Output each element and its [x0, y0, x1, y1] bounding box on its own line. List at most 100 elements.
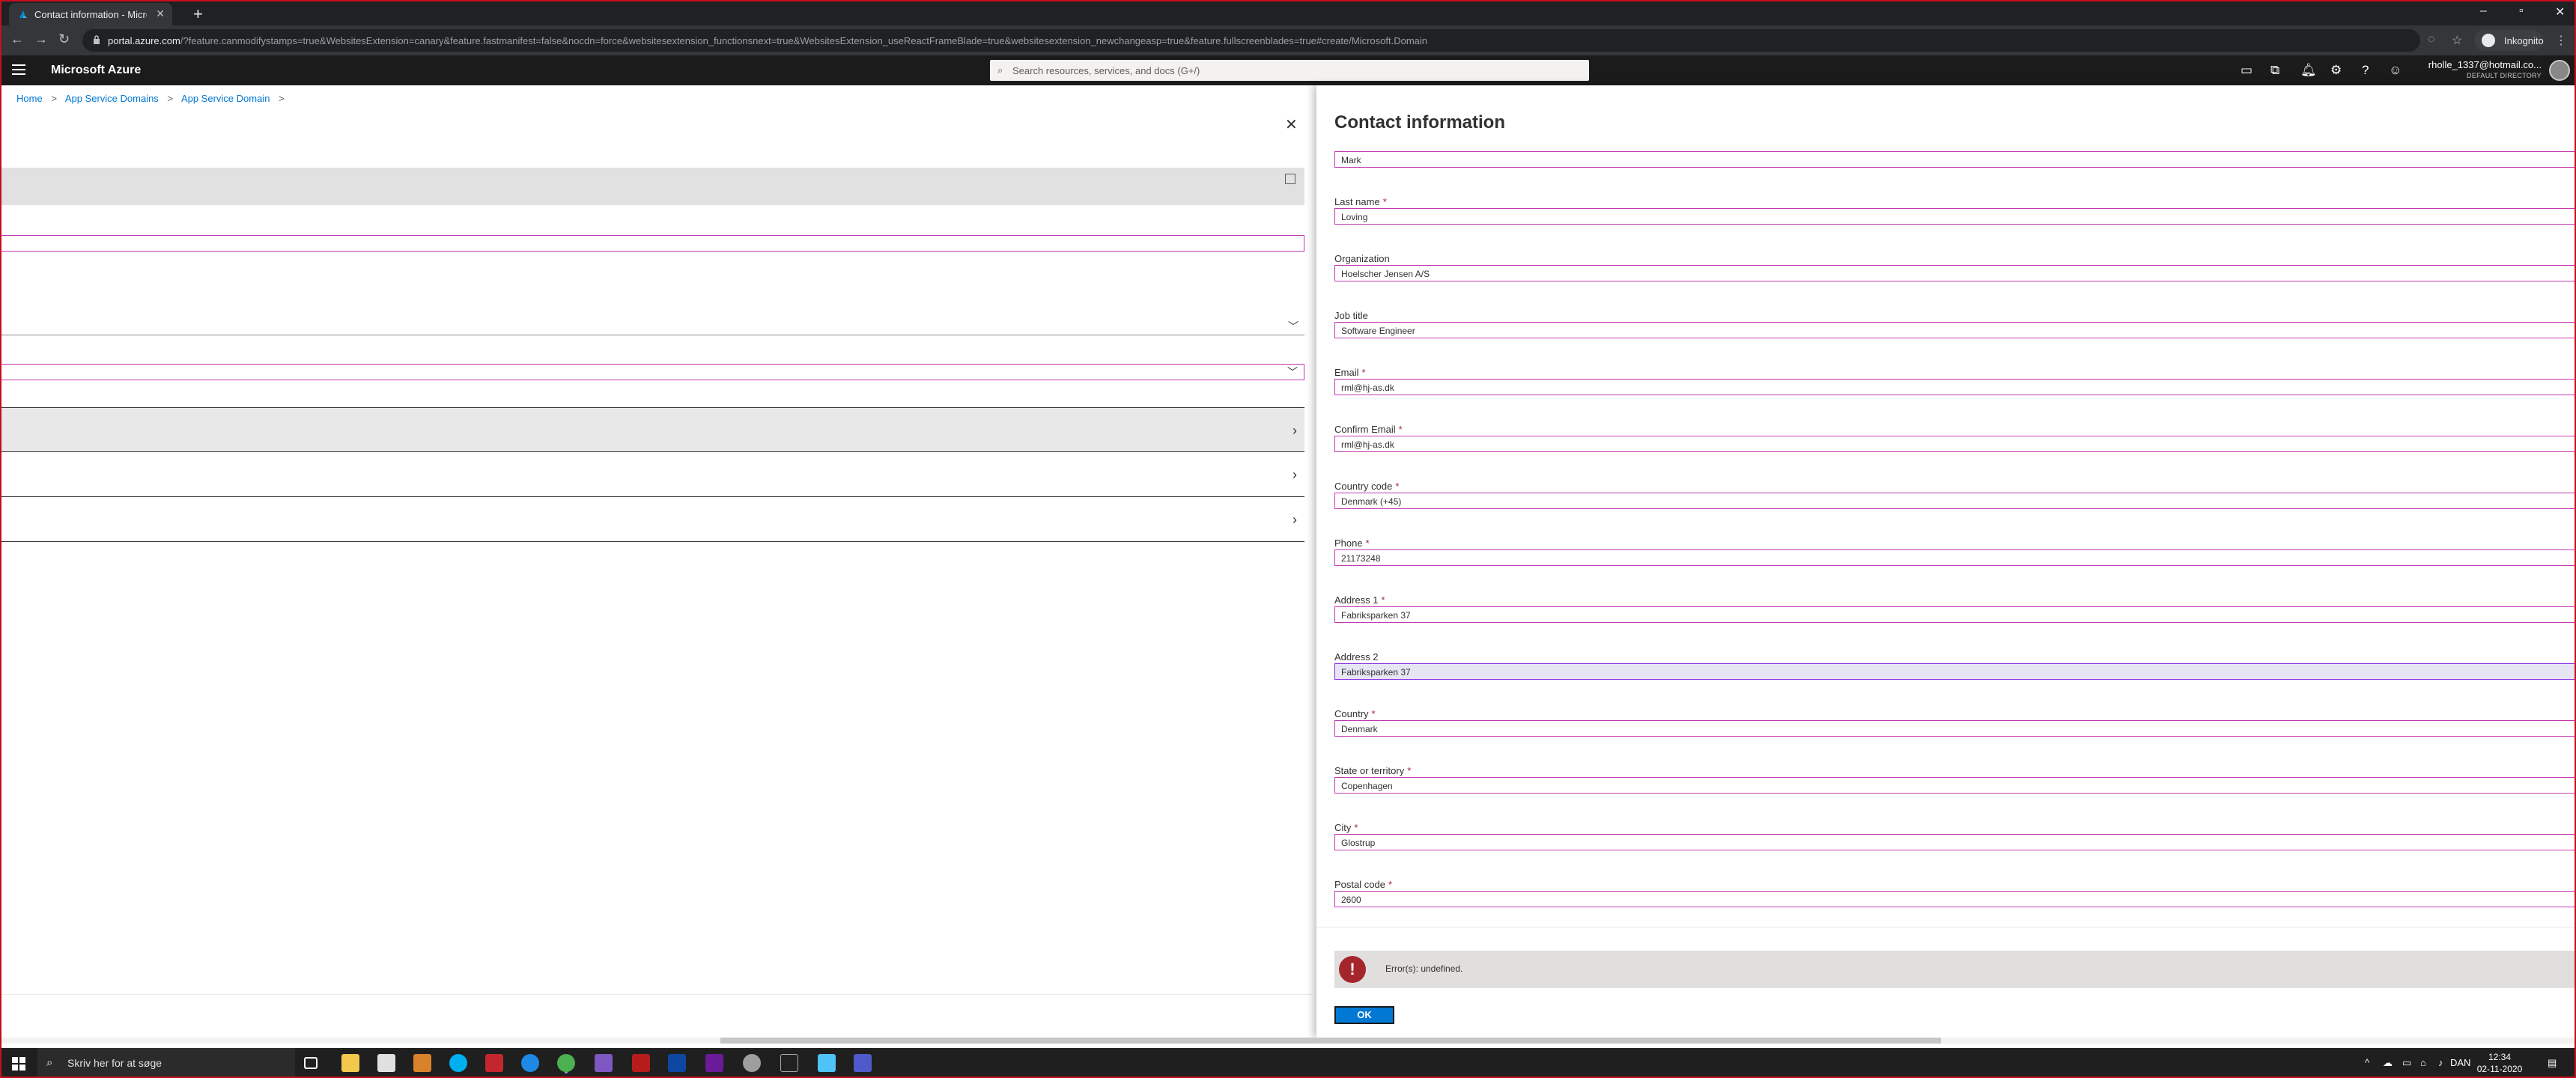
language-indicator[interactable]: DAN	[2450, 1057, 2470, 1068]
edge-legacy-icon[interactable]	[521, 1054, 539, 1072]
taskbar-search-input[interactable]: ⌕ Skriv her for at søge	[37, 1048, 295, 1077]
terminal-icon[interactable]	[780, 1054, 798, 1072]
clock-date: 02-11-2020	[2476, 1064, 2523, 1074]
window-close-icon[interactable]: ✕	[2555, 4, 2565, 19]
required-indicator: *	[1388, 879, 1392, 890]
incognito-badge[interactable]: Inkognito	[2474, 30, 2544, 51]
azure-brand[interactable]: Microsoft Azure	[51, 64, 141, 77]
required-indicator: *	[1361, 367, 1366, 378]
battery-icon[interactable]: ▭	[2402, 1057, 2411, 1069]
visual-studio-icon[interactable]	[595, 1054, 613, 1072]
tab-close-icon[interactable]: ✕	[156, 7, 165, 20]
task-view-icon[interactable]	[304, 1057, 318, 1069]
left-blade-row[interactable]: ›	[1, 452, 1304, 497]
breadcrumb-home[interactable]: Home	[16, 93, 43, 104]
left-blade-dropdown-2[interactable]: ﹀	[1, 364, 1304, 380]
input-value: Fabriksparken 37	[1341, 610, 1411, 621]
hamburger-menu-icon[interactable]	[12, 64, 25, 75]
text-input[interactable]: Denmark	[1334, 720, 2575, 737]
left-blade-input[interactable]	[1, 235, 1304, 252]
filezilla-icon[interactable]	[632, 1054, 650, 1072]
notifications-center-icon[interactable]: ▤	[2548, 1057, 2557, 1069]
left-blade-row-selected[interactable]: ›	[1, 407, 1304, 452]
eye-off-icon[interactable]: ◌	[2428, 33, 2435, 46]
teams-icon[interactable]	[854, 1054, 872, 1072]
required-indicator: *	[1395, 481, 1400, 492]
text-input[interactable]: 2600	[1334, 891, 2575, 907]
cloud-shell-icon[interactable]: ▭	[2241, 63, 2253, 78]
text-input[interactable]: Mark	[1334, 151, 2575, 168]
reload-icon[interactable]: ↻	[58, 31, 70, 47]
maximize-icon[interactable]: ▫	[2519, 4, 2524, 18]
windows-start-icon[interactable]	[12, 1057, 25, 1071]
search-placeholder: Search resources, services, and docs (G+…	[1012, 65, 1200, 76]
tray-chevron-up-icon[interactable]: ^	[2365, 1057, 2369, 1068]
address-bar[interactable]: portal.azure.com/?feature.canmodifystamp…	[82, 29, 2420, 52]
field-label-text: Confirm Email	[1334, 424, 1396, 435]
browser-menu-icon[interactable]: ⋮	[2555, 33, 2567, 48]
breadcrumb-app-service-domains[interactable]: App Service Domains	[65, 93, 159, 104]
app-icon[interactable]	[743, 1054, 761, 1072]
outlook-icon[interactable]	[413, 1054, 431, 1072]
field-label: Confirm Email *	[1334, 424, 1403, 435]
text-input[interactable]: Fabriksparken 37	[1334, 663, 2575, 680]
account-menu[interactable]: rholle_1337@hotmail.co... DEFAULT DIRECT…	[2428, 59, 2542, 79]
text-input[interactable]: Hoelscher Jensen A/S	[1334, 265, 2575, 281]
left-blade-close-icon[interactable]: ✕	[1285, 115, 1298, 134]
star-icon[interactable]: ☆	[2452, 33, 2462, 48]
store-icon[interactable]	[377, 1054, 395, 1072]
text-input[interactable]: Copenhagen	[1334, 777, 2575, 794]
field-label: Country *	[1334, 708, 1376, 719]
text-input[interactable]: Glostrup	[1334, 834, 2575, 850]
avatar[interactable]	[2549, 60, 2570, 81]
horizontal-scrollbar[interactable]	[1, 1038, 2575, 1044]
scrollbar-thumb[interactable]	[720, 1038, 1941, 1044]
notifications-icon[interactable]: 🔔︎	[2300, 63, 2317, 78]
clock[interactable]: 12:34 02-11-2020	[2473, 1051, 2527, 1075]
access-icon[interactable]	[485, 1054, 503, 1072]
input-value: Glostrup	[1341, 838, 1376, 848]
contact-information-blade: Contact information Mark Last name * Loving…	[1316, 85, 2575, 1038]
network-icon[interactable]: ⌂	[2420, 1057, 2426, 1068]
left-blade-dropdown-1[interactable]: ﹀	[1, 319, 1304, 335]
form-field: Phone * 21173248	[1334, 535, 2575, 591]
open-external-icon[interactable]	[1285, 174, 1295, 184]
skype-icon[interactable]	[449, 1054, 467, 1072]
feedback-icon[interactable]: ☺	[2389, 63, 2402, 78]
app-icon[interactable]	[668, 1054, 686, 1072]
forward-icon[interactable]: →	[34, 31, 48, 47]
back-icon[interactable]: ←	[10, 31, 24, 47]
global-search-input[interactable]: ⌕ Search resources, services, and docs (…	[990, 60, 1589, 81]
breadcrumb-app-service-domain[interactable]: App Service Domain	[181, 93, 270, 104]
cloud-icon[interactable]: ☁	[2383, 1057, 2393, 1069]
input-value: rml@hj-as.dk	[1341, 383, 1394, 393]
settings-gear-icon[interactable]: ⚙	[2330, 63, 2342, 78]
minimize-icon[interactable]: –	[2480, 4, 2487, 18]
field-label: City *	[1334, 822, 1358, 833]
visual-studio-2-icon[interactable]	[705, 1054, 723, 1072]
text-input[interactable]: 21173248	[1334, 549, 2575, 566]
text-input[interactable]: Denmark (+45)	[1334, 493, 2575, 509]
search-icon: ⌕	[46, 1056, 53, 1069]
volume-icon[interactable]: ♪	[2438, 1057, 2443, 1068]
help-icon[interactable]: ?	[2362, 63, 2369, 78]
directory-filter-icon[interactable]: ⧉	[2270, 63, 2279, 78]
text-input[interactable]: rml@hj-as.dk	[1334, 436, 2575, 452]
field-label: State or territory *	[1334, 765, 1411, 776]
required-indicator: *	[1398, 424, 1403, 435]
text-input[interactable]: Fabriksparken 37	[1334, 606, 2575, 623]
text-input[interactable]: Software Engineer	[1334, 322, 2575, 338]
field-label: Postal code *	[1334, 879, 1392, 890]
ok-button[interactable]: OK	[1334, 1006, 1394, 1024]
browser-tab-active[interactable]: Contact information - Microsoft Azure ✕	[9, 3, 172, 25]
field-label-text: Phone	[1334, 538, 1363, 549]
required-indicator: *	[1382, 196, 1387, 207]
file-explorer-icon[interactable]	[341, 1054, 359, 1072]
app-icon[interactable]	[818, 1054, 836, 1072]
left-blade-row[interactable]: ›	[1, 497, 1304, 542]
text-input[interactable]: rml@hj-as.dk	[1334, 379, 2575, 395]
chrome-icon[interactable]	[557, 1054, 575, 1072]
chevron-down-icon: ﹀	[1288, 320, 1298, 332]
text-input[interactable]: Loving	[1334, 208, 2575, 225]
new-tab-icon[interactable]: +	[193, 4, 203, 24]
